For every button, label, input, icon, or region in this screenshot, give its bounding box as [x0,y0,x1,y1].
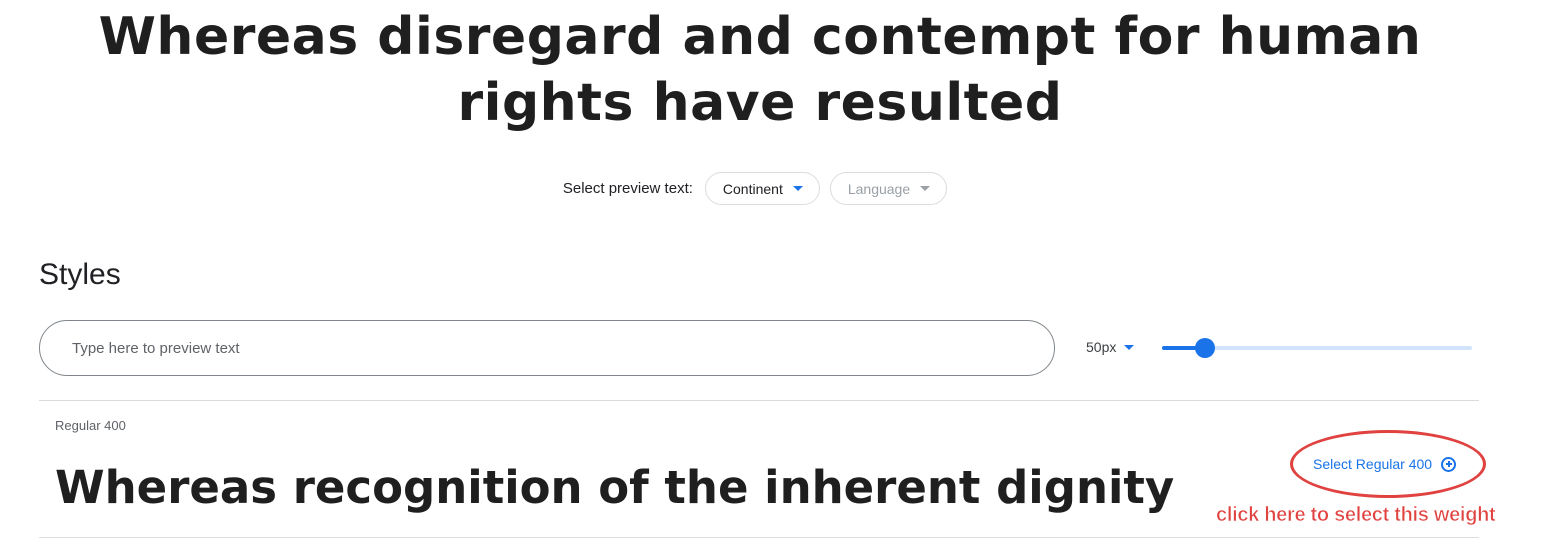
chevron-down-icon [792,186,803,191]
style-sample-text: Whereas recognition of the inherent dign… [55,461,1175,514]
font-size-dropdown[interactable]: 50px [1086,339,1135,355]
preview-text-label: Select preview text: [562,180,693,197]
continent-dropdown[interactable]: Continent [704,172,820,205]
font-size-label: 50px [1086,339,1117,355]
style-weight-label: Regular 400 [55,418,126,433]
slider-thumb[interactable] [1195,338,1216,358]
chevron-down-icon [1124,344,1135,350]
preview-text-input[interactable] [39,320,1055,376]
continent-dropdown-label: Continent [722,180,783,197]
font-preview-page: Whereas disregard and contempt for human… [0,0,1543,549]
annotation-note: click here to select this weight [1216,504,1496,527]
divider [39,400,1479,401]
styles-heading: Styles [39,258,121,291]
divider [39,537,1479,538]
chevron-down-icon [920,186,931,191]
language-dropdown-label: Language [847,180,911,197]
preview-text-selector: Select preview text: Continent Language [0,172,1510,205]
font-size-slider[interactable] [1162,338,1472,358]
hero-preview-text: Whereas disregard and contempt for human… [98,7,1422,133]
annotation-highlight-ellipse [1290,430,1486,498]
language-dropdown[interactable]: Language [829,172,948,205]
